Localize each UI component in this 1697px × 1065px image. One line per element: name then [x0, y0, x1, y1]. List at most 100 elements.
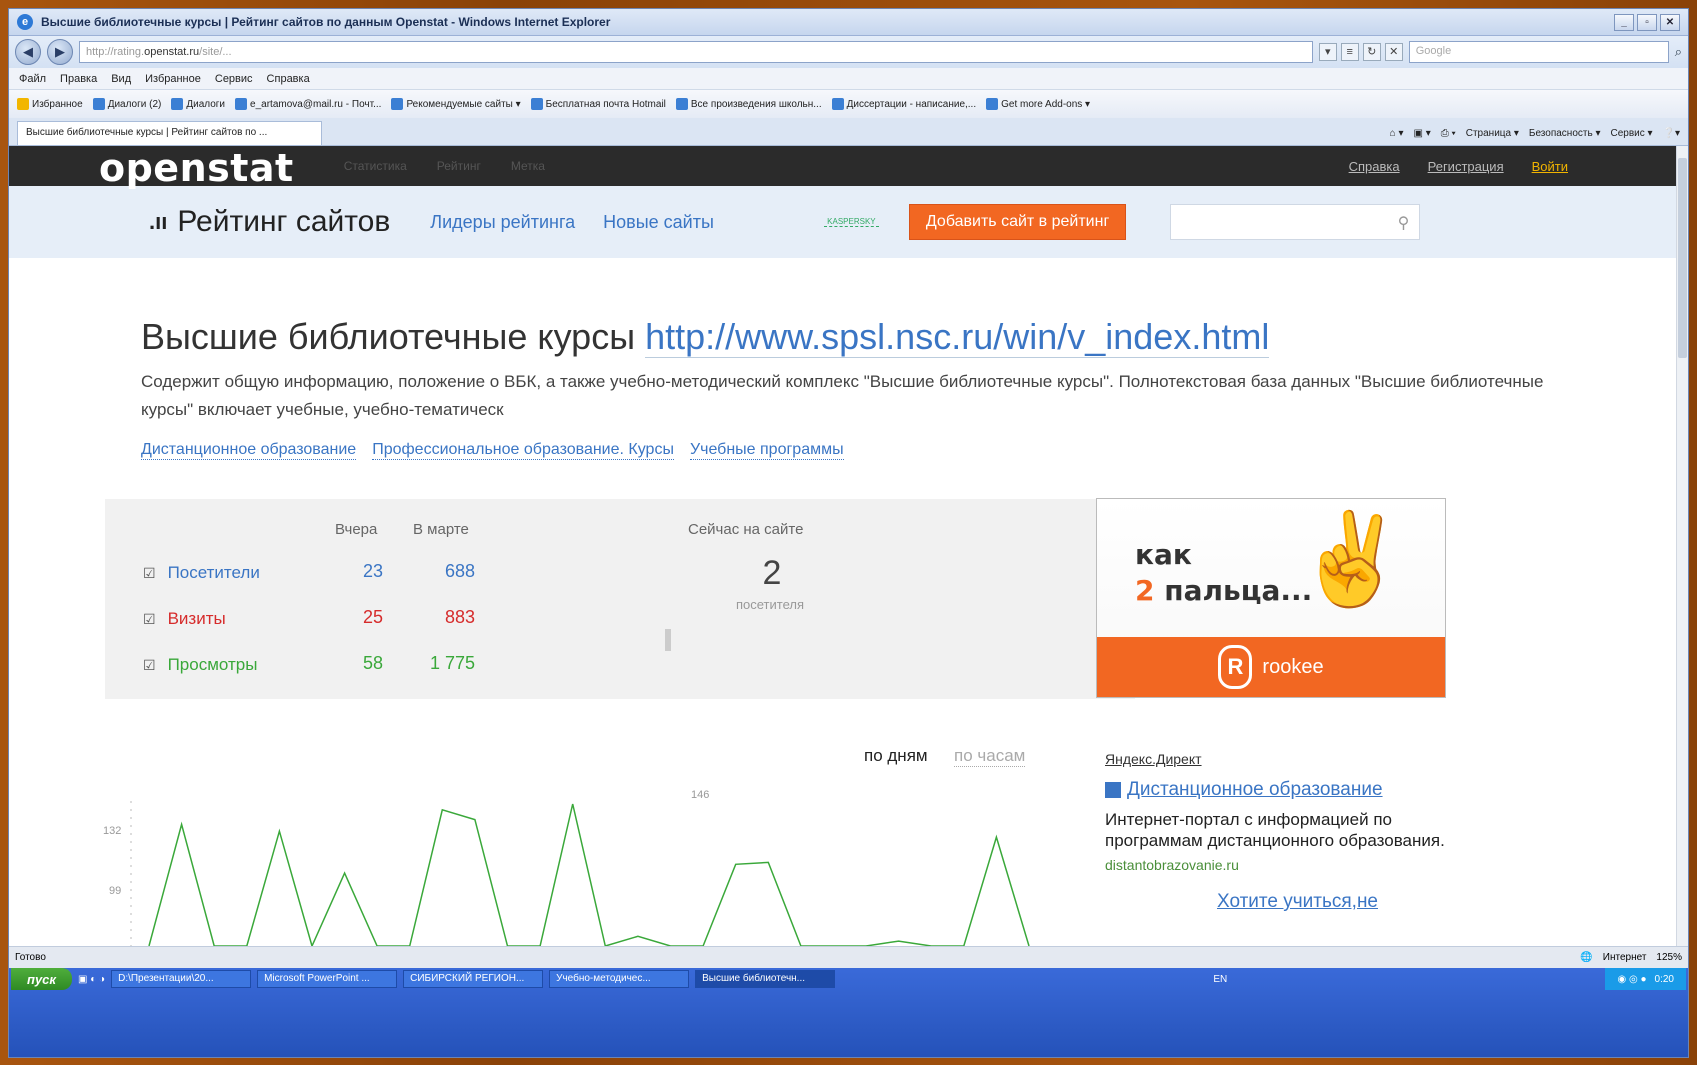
period-hours-tab[interactable]: по часам — [954, 746, 1026, 767]
stat-row-views[interactable]: ☑ Просмотры — [143, 655, 257, 675]
rss-icon[interactable]: ≡ — [1340, 43, 1359, 61]
search-icon[interactable]: ⌕ — [1675, 44, 1682, 60]
maximize-button[interactable]: ▫ — [1637, 13, 1657, 31]
site-url-link[interactable]: http://www.spsl.nsc.ru/win/v_index.html — [645, 316, 1270, 358]
fav-item[interactable]: Все произведения школьн... — [675, 98, 822, 110]
tag-link[interactable]: Дистанционное образование — [141, 441, 357, 460]
tab-bar: Высшие библиотечные курсы | Рейтинг сайт… — [9, 118, 1688, 146]
stat-row-visitors[interactable]: ☑ Посетители — [143, 563, 260, 583]
fav-item[interactable]: Бесплатная почта Hotmail — [530, 98, 666, 110]
vertical-scrollbar[interactable] — [1676, 146, 1688, 946]
scroll-thumb[interactable] — [1678, 158, 1687, 358]
window-title: Высшие библиотечные курсы | Рейтинг сайт… — [41, 15, 611, 29]
search-icon: ⚲ — [1397, 215, 1410, 232]
tools-menu[interactable]: Сервис ▾ — [1610, 128, 1652, 139]
kaspersky-badge[interactable]: KASPERSKY — [823, 217, 879, 227]
period-days-tab[interactable]: по дням — [864, 746, 928, 766]
task-item[interactable]: Microsoft PowerPoint ... — [257, 970, 398, 988]
ad-text: как 2 пальца... — [1135, 538, 1313, 607]
zoom-level[interactable]: 125% — [1656, 952, 1682, 963]
task-item[interactable]: D:\Презентации\20... — [111, 970, 252, 988]
task-item-active[interactable]: Высшие библиотечн... — [695, 970, 836, 988]
col-yesterday: Вчера — [335, 521, 378, 538]
page-menu[interactable]: Страница ▾ — [1466, 128, 1519, 139]
menu-help[interactable]: Справка — [267, 73, 310, 85]
y-tick-label: 99 — [109, 885, 121, 897]
direct-ad-url[interactable]: distantobrazovanie.ru — [1105, 857, 1465, 873]
leaders-link[interactable]: Лидеры рейтинга — [430, 212, 575, 233]
now-online-count: 2 — [762, 554, 782, 592]
fav-item[interactable]: e_artamova@mail.ru - Почт... — [235, 98, 381, 110]
safety-menu[interactable]: Безопасность ▾ — [1529, 128, 1601, 139]
minimize-button[interactable]: _ — [1614, 13, 1634, 31]
feeds-icon[interactable]: ▣ ▾ — [1414, 128, 1431, 139]
fav-item[interactable]: Диссертации - написание,... — [831, 98, 976, 110]
stat-row-visits[interactable]: ☑ Визиты — [143, 609, 226, 629]
direct-ad-title-2[interactable]: Хотите учиться,не — [1105, 891, 1465, 913]
quicklaunch-icons[interactable]: ▣ ◐ ◑ — [78, 974, 105, 985]
taskbar: пуск ▣ ◐ ◑ D:\Презентации\20... Microsof… — [9, 968, 1688, 1057]
rookee-logo-icon: R — [1218, 645, 1253, 689]
rating-title[interactable]: .ıı Рейтинг сайтов — [149, 205, 390, 239]
register-link[interactable]: Регистрация — [1428, 159, 1504, 174]
resize-handle[interactable] — [665, 629, 671, 651]
page-icon — [675, 98, 688, 110]
start-button[interactable]: пуск — [11, 968, 72, 990]
stop-icon[interactable]: ✕ — [1384, 43, 1403, 61]
print-icon[interactable]: ⎙ ▾ — [1441, 128, 1456, 139]
page-viewport: openstat Статистика Рейтинг Метка Справк… — [9, 146, 1688, 946]
back-button[interactable]: ◀ — [15, 39, 41, 65]
menu-edit[interactable]: Правка — [60, 73, 97, 85]
stats-panel: Вчера В марте Сейчас на сайте ☑ Посетите… — [105, 499, 1135, 699]
fav-item[interactable]: Get more Add-ons ▾ — [986, 98, 1090, 110]
menu-tools[interactable]: Сервис — [215, 73, 253, 85]
lang-indicator[interactable]: EN — [1213, 974, 1227, 985]
visitors-month: 688 — [444, 561, 475, 581]
task-item[interactable]: Учебно-методичес... — [549, 970, 690, 988]
traffic-chart: 132 99 146 — [103, 789, 1030, 946]
site-search-input[interactable]: ⚲ — [1170, 204, 1421, 240]
nav-statistics[interactable]: Статистика — [344, 159, 407, 173]
url-input[interactable]: http://rating. openstat.ru /site/... — [79, 41, 1313, 63]
rookee-ad-banner[interactable]: как 2 пальца... ✌ R rookee — [1096, 498, 1446, 698]
menu-view[interactable]: Вид — [111, 73, 131, 85]
add-site-button[interactable]: Добавить сайт в рейтинг — [908, 204, 1127, 240]
home-icon[interactable]: ⌂ ▾ — [1390, 128, 1404, 139]
search-input[interactable]: Google — [1408, 41, 1669, 63]
login-link[interactable]: Войти — [1532, 159, 1568, 174]
url-prefix: http://rating. — [86, 46, 145, 58]
visitors-yesterday: 23 — [362, 561, 383, 581]
tag-link[interactable]: Профессиональное образование. Курсы — [372, 441, 674, 460]
menu-bar: Файл Правка Вид Избранное Сервис Справка — [9, 68, 1688, 90]
favorites-button[interactable]: Избранное — [17, 98, 83, 110]
forward-button[interactable]: ▶ — [47, 39, 73, 65]
menu-favorites[interactable]: Избранное — [145, 73, 201, 85]
fav-item[interactable]: Рекомендуемые сайты ▾ — [391, 98, 521, 110]
direct-ad-title[interactable]: Дистанционное образование — [1105, 779, 1465, 801]
tray-icons[interactable]: ◉ ◎ ● — [1617, 974, 1646, 985]
refresh-icon[interactable]: ↻ — [1362, 43, 1381, 61]
fav-item[interactable]: Диалоги (2) — [92, 98, 161, 110]
close-button[interactable]: ✕ — [1660, 13, 1680, 31]
help-link[interactable]: Справка — [1349, 159, 1400, 174]
nav-rating[interactable]: Рейтинг — [437, 159, 481, 173]
checkbox-icon[interactable]: ☑ — [143, 657, 156, 674]
tab-active[interactable]: Высшие библиотечные курсы | Рейтинг сайт… — [17, 121, 322, 145]
openstat-header: openstat Статистика Рейтинг Метка Справк… — [9, 146, 1688, 190]
col-month: В марте — [413, 521, 469, 538]
checkbox-icon[interactable]: ☑ — [143, 565, 156, 582]
compat-view-icon[interactable]: ▾ — [1318, 43, 1337, 61]
menu-file[interactable]: Файл — [19, 73, 46, 85]
nav-tag[interactable]: Метка — [511, 159, 545, 173]
url-domain: openstat.ru — [144, 46, 200, 58]
checkbox-icon[interactable]: ☑ — [143, 611, 156, 628]
fav-item[interactable]: Диалоги — [171, 98, 225, 110]
ad-brand-bar: R rookee — [1097, 637, 1445, 697]
tag-link[interactable]: Учебные программы — [689, 441, 844, 460]
views-yesterday: 58 — [362, 653, 383, 673]
task-item[interactable]: СИБИРСКИЙ РЕГИОН... — [403, 970, 544, 988]
new-sites-link[interactable]: Новые сайты — [603, 212, 714, 233]
direct-label[interactable]: Яндекс.Директ — [1105, 751, 1465, 767]
help-icon[interactable]: ❔▾ — [1663, 128, 1680, 139]
openstat-logo[interactable]: openstat — [99, 146, 294, 190]
